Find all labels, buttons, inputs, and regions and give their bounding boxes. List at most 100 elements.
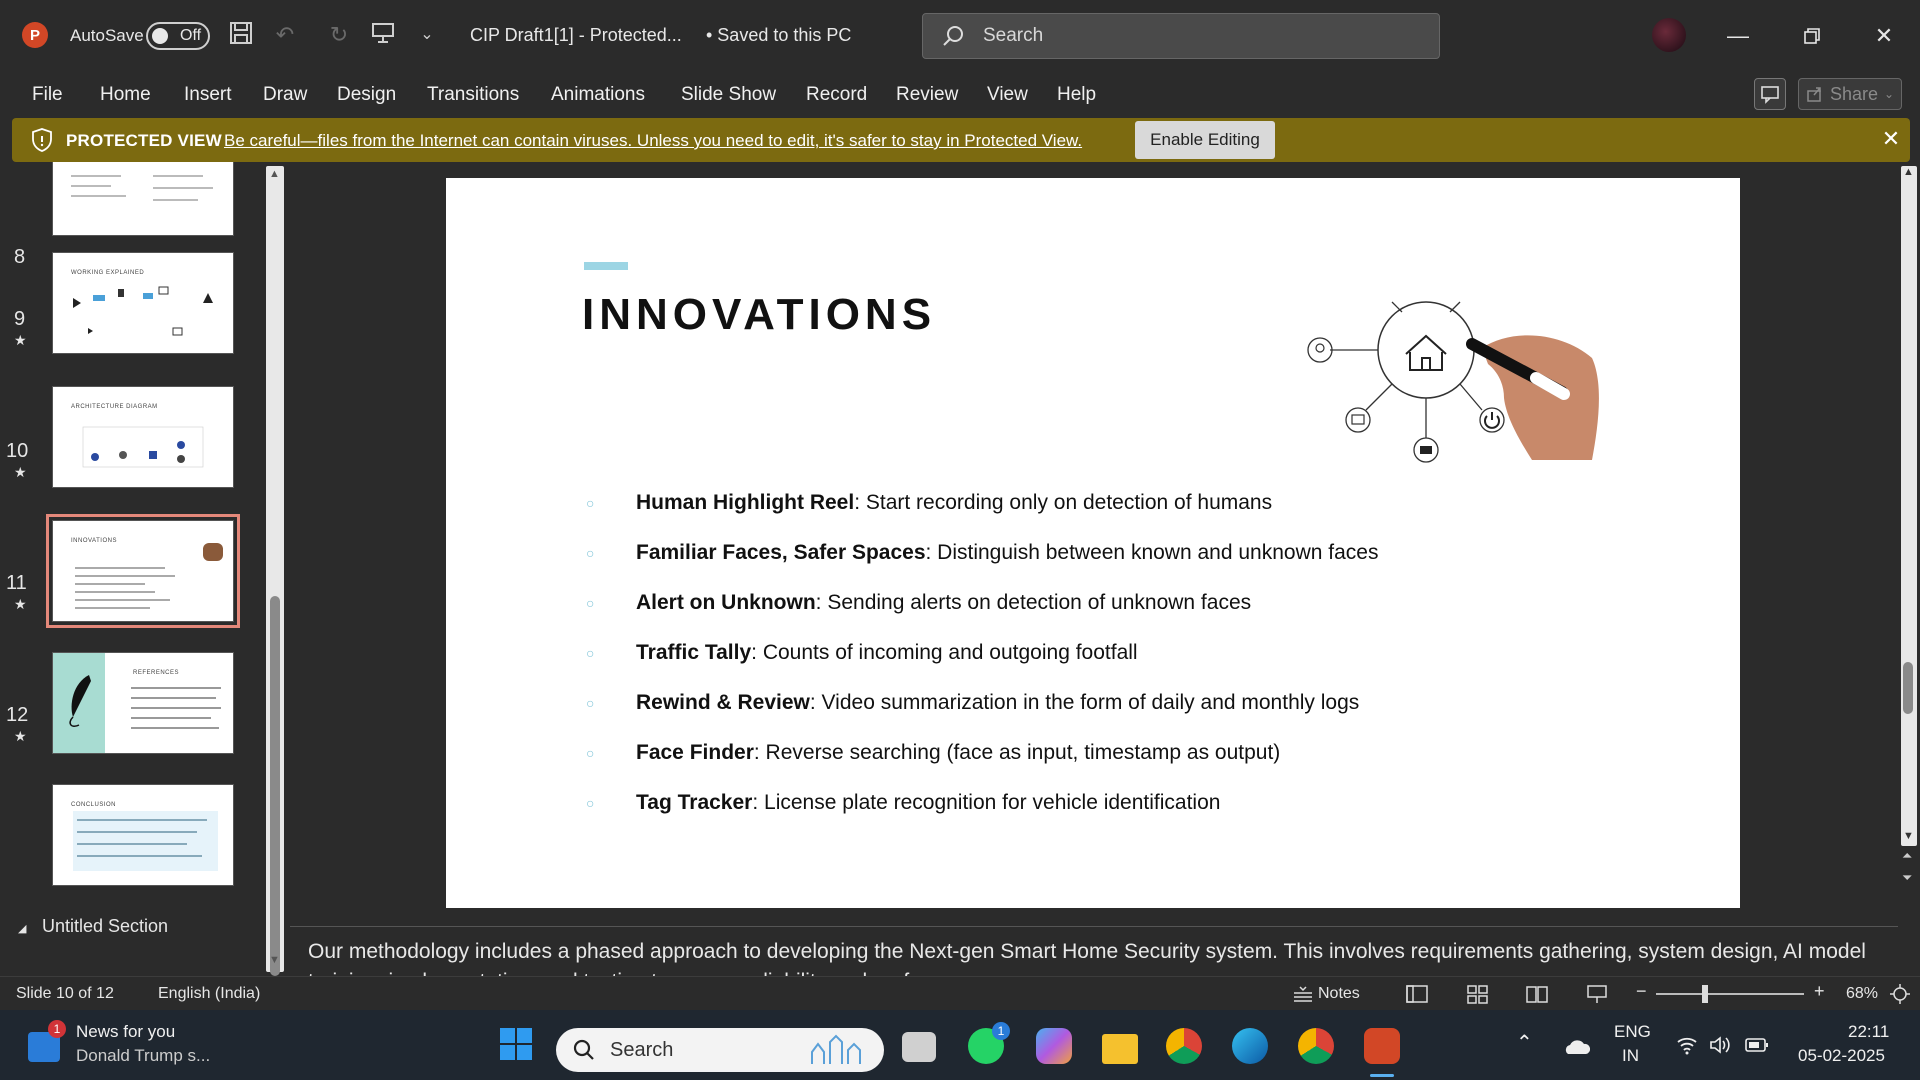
section-collapse-icon[interactable]: ◢ — [18, 922, 26, 935]
zoom-out-icon[interactable]: − — [1636, 981, 1647, 1002]
tab-draw[interactable]: Draw — [263, 84, 307, 106]
editor-scrollbar[interactable]: ▲ ▼ ⏶ ⏷ — [1898, 162, 1920, 926]
battery-icon[interactable] — [1744, 1036, 1770, 1054]
slide-sorter-icon[interactable] — [1464, 983, 1490, 1005]
tab-design[interactable]: Design — [337, 84, 396, 106]
protected-view-message[interactable]: Be careful—files from the Internet can c… — [224, 131, 1082, 151]
redo-icon[interactable]: ↻ — [324, 20, 354, 50]
copilot-icon[interactable] — [1036, 1028, 1072, 1064]
chrome-profile-icon[interactable] — [1298, 1028, 1334, 1064]
reading-view-icon[interactable] — [1524, 983, 1550, 1005]
slide-thumbnail-10[interactable]: INNOVATIONS — [46, 514, 240, 628]
animation-star-icon: ★ — [14, 464, 27, 480]
slide-thumbnail-12[interactable]: CONCLUSION — [52, 784, 234, 886]
tab-review[interactable]: Review — [896, 84, 958, 106]
chevron-down-icon: ⌄ — [1883, 87, 1895, 101]
onedrive-icon[interactable] — [1562, 1036, 1590, 1056]
task-view-icon[interactable] — [902, 1032, 936, 1062]
undo-icon[interactable]: ↶ — [270, 20, 300, 50]
scrollbar-track[interactable]: ▲ ▼ — [1901, 166, 1917, 846]
slide-show-icon[interactable] — [1584, 983, 1610, 1005]
language-indicator[interactable]: English (India) — [158, 985, 260, 1003]
slide-thumbnail-9[interactable]: ARCHITECTURE DIAGRAM — [52, 386, 234, 488]
tab-file[interactable]: File — [32, 84, 63, 106]
notes-text[interactable]: Our methodology includes a phased approa… — [308, 937, 1888, 976]
title-bar: P AutoSave Off ↶ ↻ ⌄ CIP Draft1[1] - Pro… — [0, 0, 1920, 72]
slide-thumbnail-8[interactable]: WORKING EXPLAINED — [52, 252, 234, 354]
thumbnails-scrollbar[interactable]: ▲ ▼ — [266, 166, 284, 976]
wifi-icon[interactable] — [1676, 1034, 1698, 1056]
thumbnail-feather-panel — [53, 653, 105, 753]
zoom-slider-handle[interactable] — [1702, 985, 1708, 1003]
taskbar-search[interactable]: Search — [556, 1028, 884, 1072]
scrollbar-thumb[interactable] — [1903, 662, 1913, 714]
slide-canvas[interactable]: INNOVATIONS Human Highlight Reel: Start … — [446, 178, 1740, 908]
minimize-icon[interactable]: — — [1718, 18, 1758, 54]
tab-view[interactable]: View — [987, 84, 1028, 106]
speaker-notes[interactable]: Our methodology includes a phased approa… — [290, 926, 1898, 976]
volume-icon[interactable] — [1708, 1034, 1732, 1056]
restore-icon[interactable] — [1792, 18, 1832, 54]
zoom-slider[interactable] — [1656, 985, 1804, 1003]
normal-view-icon[interactable] — [1404, 983, 1430, 1005]
powerpoint-taskbar-icon[interactable] — [1364, 1028, 1400, 1064]
scroll-down-icon[interactable]: ▼ — [269, 954, 280, 966]
tab-help[interactable]: Help — [1057, 84, 1096, 106]
edge-icon[interactable] — [1232, 1028, 1268, 1064]
zoom-in-icon[interactable]: + — [1814, 981, 1825, 1002]
clock-date[interactable]: 05-02-2025 — [1798, 1046, 1885, 1066]
enable-editing-button[interactable]: Enable Editing — [1135, 121, 1275, 159]
chrome-icon[interactable] — [1166, 1028, 1202, 1064]
present-from-start-icon[interactable] — [368, 20, 398, 50]
search-input[interactable] — [983, 23, 1403, 49]
close-icon[interactable]: ✕ — [1864, 18, 1904, 54]
save-status[interactable]: • Saved to this PC — [706, 25, 851, 46]
news-badge: 1 — [48, 1020, 66, 1038]
scroll-up-icon[interactable]: ▲ — [269, 168, 280, 180]
shield-icon — [32, 128, 52, 152]
scroll-up-icon[interactable]: ▲ — [1903, 166, 1914, 178]
bullet-item: Alert on Unknown: Sending alerts on dete… — [586, 588, 1426, 618]
language-line-2[interactable]: IN — [1622, 1046, 1639, 1066]
customize-toolbar-icon[interactable]: ⌄ — [412, 20, 442, 50]
scroll-down-icon[interactable]: ▼ — [1903, 830, 1914, 842]
tab-slide-show[interactable]: Slide Show — [681, 84, 776, 106]
previous-slide-icon[interactable]: ⏶ — [1902, 848, 1912, 864]
next-slide-icon[interactable]: ⏷ — [1902, 870, 1912, 886]
fit-to-window-icon[interactable] — [1888, 983, 1912, 1005]
section-label[interactable]: Untitled Section — [42, 916, 168, 937]
protected-view-title: PROTECTED VIEW — [66, 131, 222, 150]
news-subtitle[interactable]: Donald Trump s... — [76, 1046, 210, 1066]
avatar[interactable] — [1652, 18, 1686, 52]
comments-button[interactable] — [1754, 78, 1786, 110]
autosave-label: AutoSave — [70, 26, 144, 45]
close-icon[interactable]: ✕ — [1878, 126, 1904, 152]
clock-time[interactable]: 22:11 — [1848, 1022, 1889, 1042]
notes-icon[interactable] — [1292, 983, 1314, 1005]
language-line-1[interactable]: ENG — [1614, 1022, 1651, 1042]
tab-record[interactable]: Record — [806, 84, 867, 106]
tab-insert[interactable]: Insert — [184, 84, 232, 106]
file-explorer-icon[interactable] — [1102, 1034, 1138, 1064]
notes-button[interactable]: Notes — [1318, 985, 1360, 1003]
show-hidden-icons-icon[interactable]: ⌃ — [1516, 1030, 1533, 1055]
save-icon[interactable] — [226, 20, 256, 50]
scrollbar-thumb[interactable] — [270, 596, 280, 976]
share-icon — [1807, 87, 1821, 102]
slide-thumbnail-11[interactable]: REFERENCES — [52, 652, 234, 754]
share-button[interactable]: Share ⌄ — [1798, 78, 1902, 110]
autosave-toggle[interactable]: Off — [146, 22, 210, 50]
bullet-item: Tag Tracker: License plate recognition f… — [586, 788, 1426, 818]
search-box[interactable] — [922, 13, 1440, 59]
bullet-item: Traffic Tally: Counts of incoming and ou… — [586, 638, 1426, 668]
tab-transitions[interactable]: Transitions — [427, 84, 519, 106]
slide-title[interactable]: INNOVATIONS — [582, 290, 936, 340]
windows-start-icon[interactable] — [498, 1026, 534, 1062]
news-title[interactable]: News for you — [76, 1022, 175, 1042]
slide-thumbnail-7[interactable] — [52, 162, 234, 236]
smart-home-hand-drawing-illustration — [1307, 301, 1599, 463]
tab-home[interactable]: Home — [100, 84, 151, 106]
tab-animations[interactable]: Animations — [551, 84, 645, 106]
bullet-list[interactable]: Human Highlight Reel: Start recording on… — [586, 488, 1426, 838]
zoom-level[interactable]: 68% — [1846, 985, 1878, 1003]
